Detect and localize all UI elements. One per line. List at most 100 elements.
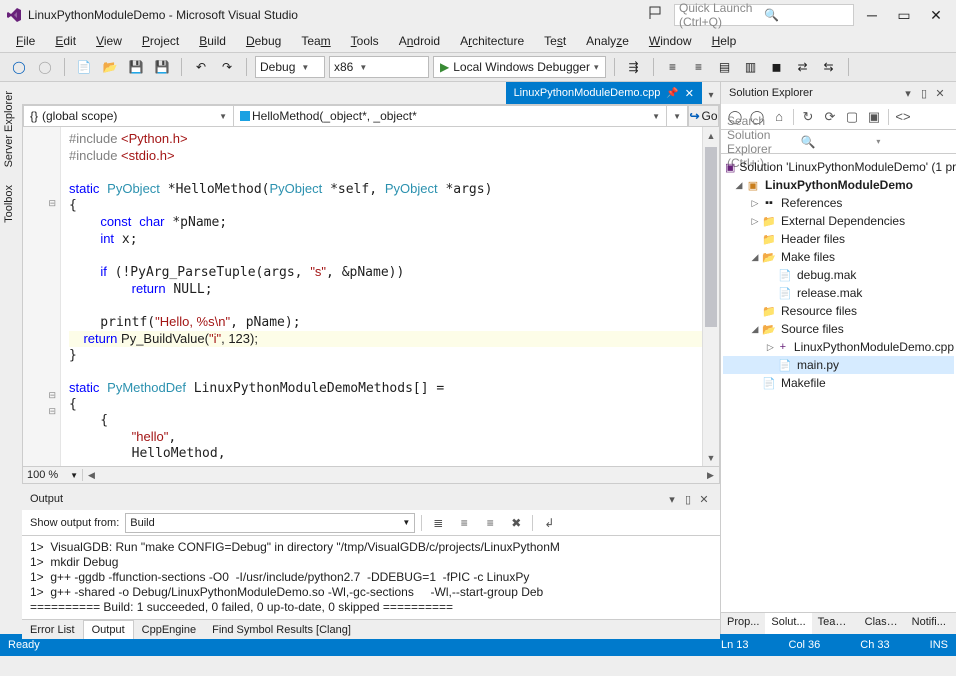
menu-team[interactable]: Team: [293, 32, 338, 50]
sol-properties-icon[interactable]: <>: [893, 107, 913, 127]
menu-window[interactable]: Window: [641, 32, 700, 50]
tab-find-results[interactable]: Find Symbol Results [Clang]: [204, 621, 359, 639]
tab-dropdown-button[interactable]: ▾: [702, 86, 720, 104]
sol-sync-icon[interactable]: ↻: [798, 107, 818, 127]
menu-help[interactable]: Help: [704, 32, 745, 50]
output-close-icon[interactable]: ✕: [696, 493, 712, 506]
scope-selector[interactable]: {} (global scope)▼: [24, 106, 234, 126]
tab-output[interactable]: Output: [83, 620, 134, 639]
scroll-thumb[interactable]: [705, 147, 717, 327]
scroll-down-icon[interactable]: ▼: [703, 449, 719, 466]
menu-edit[interactable]: Edit: [47, 32, 84, 50]
tb-uncomment-icon[interactable]: ▥: [740, 56, 762, 78]
member-selector[interactable]: HelloMethod(_object*, _object*▼: [234, 106, 667, 126]
sol-collapse-icon[interactable]: ▣: [864, 107, 884, 127]
tree-debugmak[interactable]: 📄debug.mak: [723, 266, 954, 284]
tree-resourcefiles[interactable]: 📁Resource files: [723, 302, 954, 320]
save-icon[interactable]: 💾: [125, 56, 147, 78]
output-dropdown-icon[interactable]: ▾: [664, 493, 680, 506]
tb-comment-icon[interactable]: ▤: [714, 56, 736, 78]
undo-icon[interactable]: ↶: [190, 56, 212, 78]
output-clear-icon[interactable]: ✖: [506, 513, 526, 533]
menu-project[interactable]: Project: [134, 32, 187, 50]
output-goto-icon[interactable]: ≣: [428, 513, 448, 533]
tab-cppengine[interactable]: CppEngine: [134, 621, 204, 639]
save-all-icon[interactable]: 💾: [151, 56, 173, 78]
ptab-class[interactable]: Class...: [859, 613, 906, 634]
ptab-team[interactable]: Team...: [812, 613, 859, 634]
vertical-scrollbar[interactable]: ▲ ▼: [702, 127, 719, 466]
minimize-button[interactable]: ─: [858, 4, 886, 26]
toolbox-tab[interactable]: Toolbox: [0, 176, 22, 232]
scroll-up-icon[interactable]: ▲: [703, 127, 719, 144]
menu-android[interactable]: Android: [391, 32, 448, 50]
tree-mainpy[interactable]: 📄main.py: [723, 356, 954, 374]
menu-view[interactable]: View: [88, 32, 130, 50]
tb-bookmark-icon[interactable]: ◼: [766, 56, 788, 78]
tree-solution-root[interactable]: ▣Solution 'LinuxPythonModuleDemo' (1 pro…: [723, 158, 954, 176]
output-pin-icon[interactable]: ▯: [680, 493, 696, 506]
tab-error-list[interactable]: Error List: [22, 621, 83, 639]
output-source-combo[interactable]: Build▼: [125, 513, 415, 533]
new-project-icon[interactable]: 📄: [73, 56, 95, 78]
platform-combo[interactable]: x86▼: [329, 56, 429, 78]
tree-makefile[interactable]: 📄Makefile: [723, 374, 954, 392]
redo-icon[interactable]: ↷: [216, 56, 238, 78]
tree-headerfiles[interactable]: 📁Header files: [723, 230, 954, 248]
tb-icon-1[interactable]: ⇶: [623, 56, 645, 78]
tree-project[interactable]: ◢▣LinuxPythonModuleDemo: [723, 176, 954, 194]
ptab-solution[interactable]: Solut...: [765, 613, 811, 634]
tb-icon-6[interactable]: ⇄: [792, 56, 814, 78]
server-explorer-tab[interactable]: Server Explorer: [0, 82, 22, 176]
nav-back-button[interactable]: ◯: [8, 56, 30, 78]
ptab-properties[interactable]: Prop...: [721, 613, 765, 634]
sol-refresh-icon[interactable]: ⟳: [820, 107, 840, 127]
open-file-icon[interactable]: 📂: [99, 56, 121, 78]
tree-releasemak[interactable]: 📄release.mak: [723, 284, 954, 302]
maximize-button[interactable]: ▭: [890, 4, 918, 26]
output-next-icon[interactable]: ≡: [480, 513, 500, 533]
menu-analyze[interactable]: Analyze: [578, 32, 637, 50]
tree-cppfile[interactable]: ▷+LinuxPythonModuleDemo.cpp: [723, 338, 954, 356]
vs-logo-icon: [6, 7, 22, 23]
hscroll-left-icon[interactable]: ◀: [83, 470, 100, 481]
solution-pin-icon[interactable]: ▯: [916, 87, 932, 100]
output-text[interactable]: 1> VisualGDB: Run "make CONFIG=Debug" in…: [22, 536, 720, 619]
menu-debug[interactable]: Debug: [238, 32, 289, 50]
menu-test[interactable]: Test: [536, 32, 574, 50]
tb-indent-left-icon[interactable]: ≡: [662, 56, 684, 78]
output-prev-icon[interactable]: ≡: [454, 513, 474, 533]
nav-fwd-button[interactable]: ◯: [34, 56, 56, 78]
sol-showall-icon[interactable]: ▢: [842, 107, 862, 127]
close-button[interactable]: ✕: [922, 4, 950, 26]
tab-close-icon[interactable]: ✕: [685, 87, 694, 100]
pin-icon[interactable]: 📌: [666, 88, 678, 99]
tree-makefiles[interactable]: ◢📂Make files: [723, 248, 954, 266]
notification-flag-icon[interactable]: [648, 5, 668, 25]
tree-sourcefiles[interactable]: ◢📂Source files: [723, 320, 954, 338]
ptab-notif[interactable]: Notifi...: [906, 613, 952, 634]
menu-file[interactable]: File: [8, 32, 43, 50]
solution-tree[interactable]: ▣Solution 'LinuxPythonModuleDemo' (1 pro…: [721, 154, 956, 612]
start-debug-button[interactable]: ▶Local Windows Debugger▾: [433, 56, 606, 78]
go-button[interactable]: ↪Go: [688, 106, 718, 126]
code-editor[interactable]: ⊟ ⊟⊟ #include <Python.h> #include <stdio…: [23, 127, 719, 466]
menu-tools[interactable]: Tools: [343, 32, 387, 50]
solution-dropdown-icon[interactable]: ▾: [900, 87, 916, 100]
code-text[interactable]: #include <Python.h> #include <stdio.h> s…: [61, 127, 702, 466]
menu-build[interactable]: Build: [191, 32, 234, 50]
nav-spacer-dd[interactable]: ▼: [667, 106, 688, 126]
config-combo[interactable]: Debug▼: [255, 56, 325, 78]
tb-icon-7[interactable]: ⇆: [818, 56, 840, 78]
menu-architecture[interactable]: Architecture: [452, 32, 532, 50]
solution-search-input[interactable]: Search Solution Explorer (Ctrl+;) 🔍 ▾: [721, 130, 956, 154]
zoom-combo[interactable]: 100 %▼: [23, 469, 83, 481]
active-document-tab[interactable]: LinuxPythonModuleDemo.cpp 📌 ✕: [506, 82, 702, 104]
quick-launch-input[interactable]: Quick Launch (Ctrl+Q) 🔍: [674, 4, 854, 26]
solution-close-icon[interactable]: ✕: [932, 87, 948, 100]
hscroll-right-icon[interactable]: ▶: [702, 470, 719, 481]
tree-extdeps[interactable]: ▷📁External Dependencies: [723, 212, 954, 230]
tb-indent-right-icon[interactable]: ≡: [688, 56, 710, 78]
tree-references[interactable]: ▷▪▪References: [723, 194, 954, 212]
output-wrap-icon[interactable]: ↲: [539, 513, 559, 533]
